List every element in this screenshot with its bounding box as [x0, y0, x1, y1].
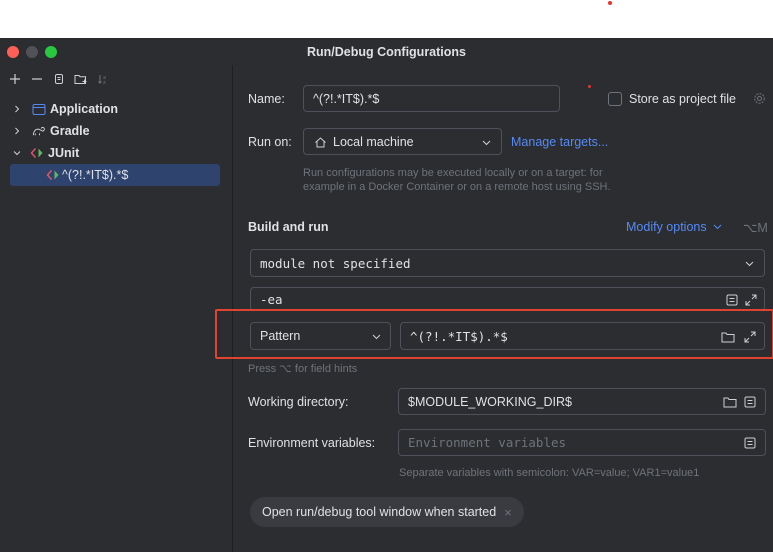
chevron-down-icon: [713, 224, 722, 230]
store-as-project-file-label: Store as project file: [629, 92, 736, 106]
folder-icon[interactable]: [723, 395, 737, 408]
close-icon[interactable]: ×: [504, 505, 512, 520]
sort-configurations-button[interactable]: az: [92, 70, 114, 88]
module-select[interactable]: module not specified: [250, 249, 765, 277]
tree-item-junit[interactable]: JUnit: [0, 142, 232, 164]
chevron-down-icon[interactable]: [12, 148, 22, 158]
gradle-icon: [32, 124, 46, 138]
tree-item-gradle[interactable]: Gradle: [0, 120, 232, 142]
red-marker-dot: [588, 85, 591, 88]
run-on-select[interactable]: Local machine: [303, 128, 502, 155]
name-input[interactable]: ^(?!.*IT$).*$: [303, 85, 560, 112]
tree-item-selected-configuration[interactable]: ^(?!.*IT$).*$: [10, 164, 220, 186]
run-on-hint-line-2: example in a Docker Container or on a re…: [303, 181, 611, 193]
field-hints-tip: Press ⌥ for field hints: [248, 363, 358, 375]
environment-variables-hint: Separate variables with semicolon: VAR=v…: [399, 467, 700, 479]
tree-item-label: Gradle: [50, 124, 90, 138]
run-on-hint-line-1: Run configurations may be executed local…: [303, 167, 603, 179]
sort-icon: az: [98, 75, 106, 85]
run-on-label: Run on:: [248, 135, 292, 149]
store-as-project-file-checkbox[interactable]: [608, 92, 622, 106]
manage-targets-link[interactable]: Manage targets...: [511, 135, 608, 149]
red-marker-dot: [608, 1, 612, 5]
tree-item-label: JUnit: [48, 146, 80, 160]
modify-options-shortcut: ⌥M: [743, 221, 768, 235]
modify-options-link[interactable]: Modify options: [626, 220, 722, 234]
svg-text:z: z: [103, 80, 106, 85]
list-icon[interactable]: [743, 395, 756, 408]
environment-variables-label: Environment variables:: [248, 436, 376, 450]
remove-icon: [32, 78, 42, 80]
list-icon[interactable]: [725, 293, 738, 306]
tree-item-label: Application: [50, 102, 119, 116]
chevron-right-icon[interactable]: [12, 126, 22, 136]
window-title: Run/Debug Configurations: [306, 45, 466, 59]
chevron-down-icon: [745, 259, 754, 268]
new-folder-icon: [74, 75, 87, 84]
tree-item-application[interactable]: Application: [0, 98, 232, 120]
sidebar-toolbar: az: [4, 70, 114, 88]
title-bar: Run/Debug Configurations: [0, 38, 773, 65]
configurations-sidebar: az Application Gradle JUnit ^(?!.*IT$).*…: [0, 65, 233, 552]
junit-icon: [30, 146, 44, 160]
configurations-tree: Application Gradle JUnit ^(?!.*IT$).*$: [0, 98, 232, 186]
application-icon: [32, 102, 46, 116]
remove-configuration-button[interactable]: [26, 70, 48, 88]
chevron-right-icon[interactable]: [12, 104, 22, 114]
highlight-frame: [215, 309, 773, 359]
working-directory-input[interactable]: $MODULE_WORKING_DIR$: [398, 388, 766, 415]
copy-configuration-button[interactable]: [48, 70, 70, 88]
build-and-run-heading: Build and run: [248, 220, 329, 234]
new-folder-button[interactable]: [70, 70, 92, 88]
chevron-down-icon: [482, 138, 491, 147]
gear-icon[interactable]: [752, 91, 766, 105]
list-icon[interactable]: [743, 436, 756, 449]
vm-options-input[interactable]: -ea: [250, 287, 765, 311]
junit-icon: [46, 168, 60, 182]
expand-icon[interactable]: [744, 293, 757, 306]
name-label: Name:: [248, 92, 285, 106]
working-directory-label: Working directory:: [248, 395, 349, 409]
run-debug-configurations-window: Run/Debug Configurations az Application …: [0, 38, 773, 552]
copy-icon: [55, 74, 63, 84]
open-tool-window-option[interactable]: Open run/debug tool window when started …: [250, 497, 524, 527]
tree-item-label: ^(?!.*IT$).*$: [62, 168, 129, 182]
add-icon: [10, 74, 20, 84]
add-configuration-button[interactable]: [4, 70, 26, 88]
home-icon: [313, 135, 327, 149]
environment-variables-input[interactable]: Environment variables: [398, 429, 766, 456]
